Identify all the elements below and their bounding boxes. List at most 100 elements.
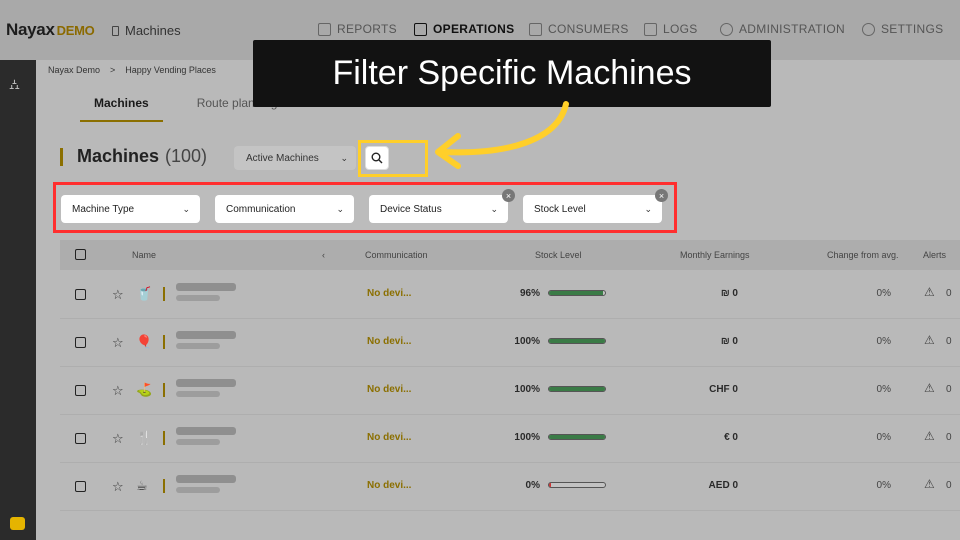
communication-status: No devi...: [367, 480, 412, 491]
filter-communication[interactable]: Communication ⌄: [215, 195, 354, 223]
page-title: Machines: [77, 146, 160, 166]
table-row[interactable]: ☆ 🎈 No devi... 100% ₪ 0 0% ⚠ 0: [60, 319, 960, 367]
col-monthly-earnings[interactable]: Monthly Earnings: [680, 250, 750, 260]
col-alerts[interactable]: Alerts: [923, 250, 946, 260]
monthly-earnings: AED 0: [708, 480, 738, 491]
report-icon: [318, 22, 331, 36]
change-from-avg: 0%: [876, 480, 891, 491]
alert-triangle-icon[interactable]: ⚠: [924, 285, 935, 299]
machine-name-redacted[interactable]: [176, 427, 236, 435]
search-button[interactable]: [365, 146, 389, 170]
filter-machine-type[interactable]: Machine Type ⌄: [61, 195, 200, 223]
nav-consumers[interactable]: CONSUMERS: [529, 22, 629, 36]
row-checkbox[interactable]: [75, 385, 86, 396]
breadcrumb-root[interactable]: Nayax Demo: [48, 65, 100, 75]
change-from-avg: 0%: [876, 288, 891, 299]
stock-level-value: 100%: [514, 432, 540, 443]
favorite-star-icon[interactable]: ☆: [112, 383, 124, 399]
cup-icon: 🥤: [136, 286, 153, 301]
coffee-machine-icon: ☕: [136, 478, 148, 493]
machine-count: (100): [165, 146, 208, 166]
sub-tabs: Machines Route planning: [80, 96, 277, 122]
col-change-from-avg[interactable]: Change from avg.: [827, 250, 899, 260]
clear-device-status-icon[interactable]: ×: [502, 189, 515, 202]
alert-count: 0: [946, 336, 952, 347]
chat-support-icon[interactable]: [10, 517, 25, 530]
monthly-earnings: € 0: [724, 432, 738, 443]
nav-reports[interactable]: REPORTS: [318, 22, 397, 36]
row-accent-bar: [163, 287, 165, 301]
nav-administration[interactable]: ADMINISTRATION: [720, 22, 845, 36]
table-row[interactable]: ☆ 🍴 No devi... 100% € 0 0% ⚠ 0: [60, 415, 960, 463]
alert-count: 0: [946, 432, 952, 443]
change-from-avg: 0%: [876, 432, 891, 443]
cutlery-icon: 🍴: [136, 430, 153, 445]
change-from-avg: 0%: [876, 336, 891, 347]
stock-level-value: 100%: [514, 384, 540, 395]
favorite-star-icon[interactable]: ☆: [112, 335, 124, 351]
stock-level-bar: [548, 290, 606, 296]
machine-id-redacted: [176, 295, 220, 301]
row-checkbox[interactable]: [75, 289, 86, 300]
alert-triangle-icon[interactable]: ⚠: [924, 333, 935, 347]
chevron-down-icon: ⌄: [336, 204, 344, 214]
machine-id-redacted: [176, 391, 220, 397]
row-checkbox[interactable]: [75, 481, 86, 492]
select-all-checkbox[interactable]: [75, 249, 86, 260]
row-accent-bar: [163, 431, 165, 445]
filter-device-status[interactable]: Device Status ⌄: [369, 195, 508, 223]
filter-stock-level[interactable]: Stock Level ⌄: [523, 195, 662, 223]
favorite-star-icon[interactable]: ☆: [112, 479, 124, 495]
breadcrumb-separator: >: [110, 65, 116, 75]
machine-id-redacted: [176, 343, 220, 349]
chevron-down-icon: ⌄: [644, 204, 652, 214]
row-checkbox[interactable]: [75, 433, 86, 444]
nav-settings[interactable]: SETTINGS: [862, 22, 943, 36]
breadcrumb-current[interactable]: Happy Vending Places: [125, 65, 216, 75]
stock-level-value: 96%: [519, 288, 540, 299]
callout-arrow-icon: [435, 101, 569, 169]
stock-level-value: 100%: [514, 336, 540, 347]
col-name[interactable]: Name: [132, 250, 156, 260]
machine-name-redacted[interactable]: [176, 331, 236, 339]
nayax-logo[interactable]: Nayax DEMO: [6, 20, 95, 40]
table-row[interactable]: ☆ ⛳ No devi... 100% CHF 0 0% ⚠ 0: [60, 367, 960, 415]
collapse-column-icon[interactable]: ‹: [322, 250, 325, 260]
page-title-row: Machines (100): [60, 146, 207, 167]
table-header: Name ‹ Communication Stock Level Monthly…: [60, 240, 960, 270]
tab-machines[interactable]: Machines: [80, 96, 163, 122]
machine-name-redacted[interactable]: [176, 379, 236, 387]
operations-icon: [414, 22, 427, 36]
alert-triangle-icon[interactable]: ⚠: [924, 477, 935, 491]
row-accent-bar: [163, 383, 165, 397]
left-sidebar: ⛼: [0, 60, 36, 540]
alert-triangle-icon[interactable]: ⚠: [924, 429, 935, 443]
breadcrumb: Nayax Demo > Happy Vending Places: [48, 65, 216, 75]
alert-triangle-icon[interactable]: ⚠: [924, 381, 935, 395]
table-row[interactable]: ☆ 🥤 No devi... 96% ₪ 0 0% ⚠ 0: [60, 271, 960, 319]
row-checkbox[interactable]: [75, 337, 86, 348]
machine-name-redacted[interactable]: [176, 475, 236, 483]
nav-operations[interactable]: OPERATIONS: [414, 22, 514, 36]
communication-status: No devi...: [367, 432, 412, 443]
communication-status: No devi...: [367, 288, 412, 299]
stock-level-bar: [548, 386, 606, 392]
clear-stock-level-icon[interactable]: ×: [655, 189, 668, 202]
hierarchy-tree-icon[interactable]: ⛼: [9, 76, 20, 95]
table-row[interactable]: ☆ ☕ No devi... 0% AED 0 0% ⚠ 0: [60, 463, 960, 511]
col-stock-level[interactable]: Stock Level: [535, 250, 582, 260]
nav-logs[interactable]: LOGS: [644, 22, 698, 36]
col-communication[interactable]: Communication: [365, 250, 428, 260]
machine-name-redacted[interactable]: [176, 283, 236, 291]
favorite-star-icon[interactable]: ☆: [112, 431, 124, 447]
row-accent-bar: [163, 479, 165, 493]
alert-count: 0: [946, 384, 952, 395]
monthly-earnings: ₪ 0: [720, 288, 738, 299]
consumers-icon: [529, 22, 542, 36]
chevron-down-icon: ⌄: [182, 204, 190, 214]
machine-status-select[interactable]: Active Machines ⌄: [234, 146, 356, 170]
favorite-star-icon[interactable]: ☆: [112, 287, 124, 303]
app-switcher[interactable]: Machines: [112, 23, 181, 38]
row-accent-bar: [163, 335, 165, 349]
change-from-avg: 0%: [876, 384, 891, 395]
